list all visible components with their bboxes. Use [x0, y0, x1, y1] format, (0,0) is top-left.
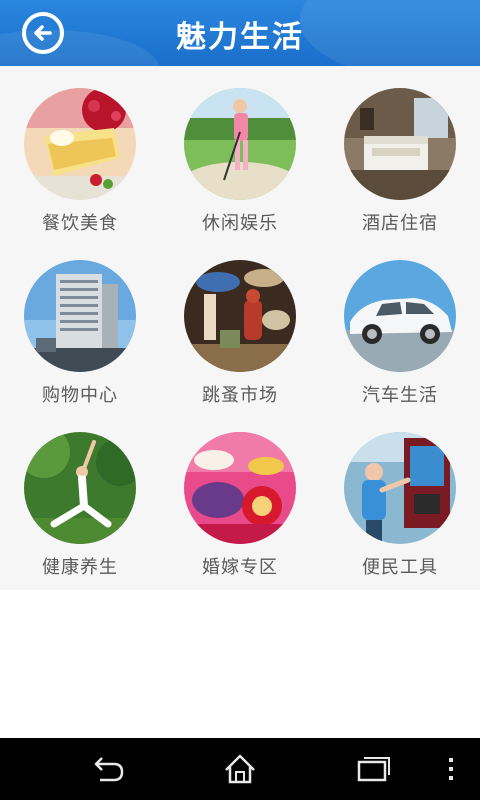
- category-tile-health[interactable]: 健康养生: [0, 410, 160, 580]
- category-tile-flea-market[interactable]: 跳蚤市场: [160, 238, 320, 408]
- category-tile-shopping[interactable]: 购物中心: [0, 238, 160, 408]
- shopping-mall-building-image: [24, 260, 136, 372]
- white-car-image: [344, 260, 456, 372]
- category-grid: 餐饮美食 休闲娱乐 酒店住宿 购物中心 跳蚤市场 汽车生活 健康养生 婚嫁专区 …: [0, 66, 480, 590]
- category-tile-car[interactable]: 汽车生活: [320, 238, 480, 408]
- category-label: 汽车生活: [362, 385, 438, 406]
- app-header: 魅力生活: [0, 0, 480, 66]
- category-label: 便民工具: [362, 557, 438, 578]
- food-dessert-image: [24, 88, 136, 200]
- category-label: 餐饮美食: [42, 213, 118, 234]
- category-label: 酒店住宿: [362, 213, 438, 234]
- nav-menu-icon: [449, 758, 453, 780]
- self-service-kiosk-image: [344, 432, 456, 544]
- nav-recents-icon: [357, 757, 390, 782]
- wedding-gifts-image: [184, 432, 296, 544]
- flea-market-antiques-image: [184, 260, 296, 372]
- nav-home-icon: [225, 754, 255, 784]
- page-title: 魅力生活: [176, 20, 304, 55]
- nav-home-button[interactable]: [220, 752, 260, 786]
- category-tile-food[interactable]: 餐饮美食: [0, 66, 160, 236]
- category-tile-hotel[interactable]: 酒店住宿: [320, 66, 480, 236]
- nav-menu-button[interactable]: [436, 752, 466, 786]
- category-tile-wedding[interactable]: 婚嫁专区: [160, 410, 320, 580]
- system-navigation-bar: [0, 738, 480, 800]
- nav-recents-button[interactable]: [354, 752, 394, 786]
- yoga-pose-image: [24, 432, 136, 544]
- nav-back-button[interactable]: [88, 752, 128, 786]
- category-label: 购物中心: [42, 385, 118, 406]
- nav-back-icon: [94, 757, 124, 782]
- category-label: 婚嫁专区: [202, 557, 278, 578]
- category-tile-leisure[interactable]: 休闲娱乐: [160, 66, 320, 236]
- hotel-room-image: [344, 88, 456, 200]
- category-label: 休闲娱乐: [202, 213, 278, 234]
- category-label: 跳蚤市场: [202, 385, 278, 406]
- golf-leisure-image: [184, 88, 296, 200]
- category-tile-tools[interactable]: 便民工具: [320, 410, 480, 580]
- category-label: 健康养生: [42, 557, 118, 578]
